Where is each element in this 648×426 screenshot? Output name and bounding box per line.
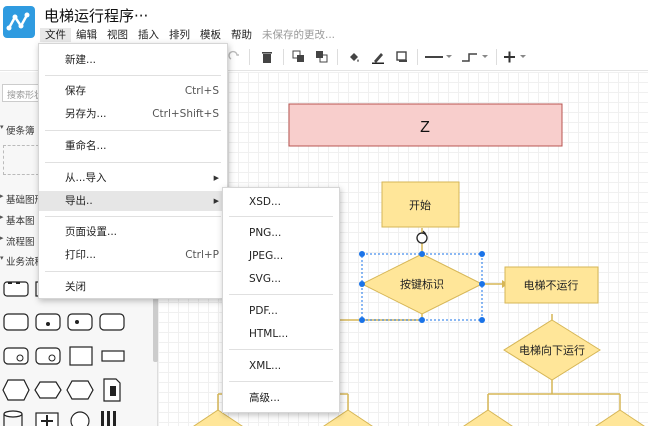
shadow-icon — [396, 51, 407, 62]
export-advanced[interactable]: 高级... — [223, 388, 339, 408]
menu-save[interactable]: 保存 Ctrl+S — [39, 81, 227, 101]
menu-new[interactable]: 新建... — [39, 50, 227, 70]
shape-hexagon-2[interactable] — [66, 380, 94, 400]
line-style-button[interactable] — [424, 48, 454, 66]
header: 电梯运行程序··· 文件 编辑 视图 插入 排列 模板 帮助 未保存的更改... — [0, 0, 648, 44]
app-window: 电梯运行程序··· 文件 编辑 视图 插入 排列 模板 帮助 未保存的更改... — [0, 0, 648, 426]
app-logo[interactable] — [3, 6, 35, 38]
shape-hexagon[interactable] — [2, 379, 30, 401]
menu-view[interactable]: 视图 — [102, 28, 133, 42]
shape-box[interactable] — [69, 346, 93, 366]
shape-search-input[interactable]: 搜索形状 — [2, 84, 42, 102]
line-style-icon — [425, 55, 452, 58]
section-flowchart[interactable]: ▸ 流程图 — [0, 234, 40, 248]
menu-file[interactable]: 文件 — [40, 28, 71, 42]
shape-subprocess[interactable] — [3, 313, 29, 331]
shape-circle[interactable] — [70, 411, 90, 426]
partial-node-4[interactable] — [590, 409, 648, 426]
document-title[interactable]: 电梯运行程序··· — [44, 5, 148, 26]
menu-template[interactable]: 模板 — [195, 28, 226, 42]
shape-loop-task[interactable] — [3, 347, 29, 365]
file-menu: 新建... 保存 Ctrl+S 另存为... Ctrl+Shift+S 重命名...… — [38, 43, 228, 299]
menu-arrange[interactable]: 排列 — [164, 28, 195, 42]
shape-compensation[interactable] — [35, 347, 61, 365]
export-svg[interactable]: SVG... — [223, 269, 339, 289]
to-back-button[interactable] — [313, 48, 331, 66]
menubar: 文件 编辑 视图 插入 排列 模板 帮助 未保存的更改... — [40, 28, 340, 42]
caret-right-icon: ▸ — [0, 192, 4, 200]
connector-style-button[interactable] — [460, 48, 490, 66]
caret-right-icon: ▸ — [0, 213, 4, 221]
menu-help[interactable]: 帮助 — [226, 28, 257, 42]
shadow-button[interactable] — [393, 48, 411, 66]
caret-down-icon: ▾ — [0, 254, 4, 262]
submenu-arrow-icon: ▶ — [213, 197, 219, 205]
shape-call-activity[interactable] — [99, 313, 125, 331]
elevator-stopped-label: 电梯不运行 — [524, 279, 579, 292]
redo-button[interactable] — [226, 48, 244, 66]
start-node-label: 开始 — [409, 198, 431, 212]
connector-style-icon — [462, 53, 488, 62]
export-jpeg[interactable]: JPEG... — [223, 246, 339, 266]
export-html[interactable]: HTML... — [223, 324, 339, 344]
menu-rename[interactable]: 重命名... — [39, 136, 227, 156]
menu-close[interactable]: 关闭 — [39, 277, 227, 297]
shape-rounded-rect[interactable] — [3, 281, 29, 297]
rotate-handle-icon[interactable] — [416, 230, 428, 244]
menu-save-as[interactable]: 另存为... Ctrl+Shift+S — [39, 104, 227, 124]
diagram-logo-icon — [6, 12, 30, 31]
scratchpad-dropzone[interactable] — [3, 145, 39, 175]
section-basic[interactable]: ▸ 基本图 — [0, 213, 40, 227]
shape-event-subprocess[interactable] — [67, 313, 93, 331]
fill-color-icon — [350, 53, 359, 62]
fill-color-button[interactable] — [345, 48, 363, 66]
shape-bar[interactable] — [101, 350, 125, 362]
shape-palette-graphic — [2, 281, 125, 426]
insert-icon — [504, 51, 526, 63]
export-xsd[interactable]: XSD... — [223, 192, 339, 212]
to-front-icon — [292, 50, 304, 62]
menu-import-from[interactable]: 从...导入 ▶ — [39, 168, 227, 188]
section-basic-shapes[interactable]: ▸基础图形 — [0, 192, 40, 206]
menu-insert[interactable]: 插入 — [133, 28, 164, 42]
section-business-process[interactable]: ▾业务流程 — [0, 254, 40, 268]
menu-print[interactable]: 打印... Ctrl+P — [39, 245, 227, 265]
delete-button[interactable] — [258, 48, 276, 66]
export-xml[interactable]: XML... — [223, 356, 339, 376]
unsaved-status[interactable]: 未保存的更改... — [257, 28, 340, 42]
caret-down-icon: ▾ — [0, 123, 4, 131]
to-front-button[interactable] — [290, 48, 308, 66]
menu-export[interactable]: 导出.. ▶ — [39, 191, 227, 211]
line-color-icon — [372, 53, 384, 64]
export-submenu: XSD... PNG... JPEG... SVG... PDF... HTML… — [222, 187, 340, 413]
decision-key-signal-label: 按键标识 — [400, 277, 444, 291]
menu-edit[interactable]: 编辑 — [71, 28, 102, 42]
insert-button[interactable] — [503, 48, 531, 66]
redo-icon — [228, 50, 239, 60]
export-pdf[interactable]: PDF... — [223, 301, 339, 321]
to-back-icon — [316, 51, 328, 63]
delete-icon — [262, 52, 272, 63]
menu-page-setup[interactable]: 页面设置... — [39, 222, 227, 242]
partial-node-3[interactable] — [458, 409, 518, 426]
submenu-arrow-icon: ▶ — [213, 174, 219, 182]
shape-preparation[interactable] — [34, 381, 62, 399]
title-box-label: Z — [420, 119, 430, 136]
export-png[interactable]: PNG... — [223, 223, 339, 243]
caret-right-icon: ▸ — [0, 234, 4, 242]
decision-moving-down-label: 电梯向下运行 — [519, 343, 585, 357]
line-color-button[interactable] — [369, 48, 387, 66]
section-scratchpad[interactable]: ▾ 便条簿 — [0, 123, 40, 137]
